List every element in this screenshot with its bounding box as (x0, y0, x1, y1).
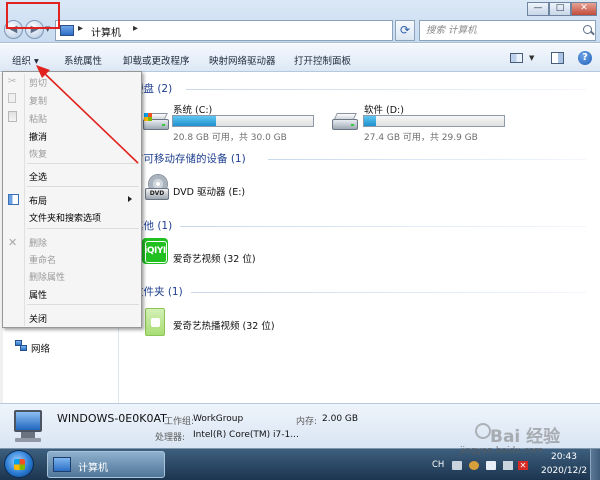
computer-icon (53, 457, 71, 472)
group-divider (268, 159, 586, 160)
address-bar[interactable]: ▸ 计算机 ▸ ▼ (55, 20, 439, 41)
windows-logo-icon (14, 459, 25, 470)
clock-time[interactable]: 20:43 (551, 452, 577, 462)
group-header-removable[interactable]: 有可移动存储的设备 (1) (133, 151, 246, 166)
show-desktop-button[interactable] (590, 449, 600, 480)
computer-name: WINDOWS-0E0K0AT (57, 412, 167, 425)
drive-c-usage-bar (172, 115, 314, 127)
taskbar-item-computer[interactable]: 计算机 (47, 451, 165, 478)
workgroup-label: 工作组: (164, 417, 195, 427)
iqiyi-app-icon[interactable]: iQIYI (142, 238, 168, 264)
group-divider (180, 226, 586, 227)
window-controls: — □ ✕ (527, 2, 597, 16)
memory-label: 内存: (296, 417, 318, 427)
iqiyi-folder-name[interactable]: 爱奇艺热播视频 (32 位) (173, 318, 275, 332)
copy-icon (8, 93, 16, 103)
organize-annotation-box (6, 2, 60, 29)
volume-muted-icon[interactable]: ✕ (518, 461, 528, 470)
drive-c-free-text: 20.8 GB 可用，共 30.0 GB (173, 133, 287, 143)
menu-item-rename[interactable]: 重命名 (29, 253, 56, 266)
workgroup-value: WorkGroup (193, 414, 244, 424)
open-control-panel-button[interactable]: 打开控制面板 (294, 53, 351, 67)
drive-d-usage-fill (364, 116, 376, 126)
action-center-flag-icon[interactable] (486, 461, 496, 470)
tray-app-icon[interactable] (469, 461, 479, 470)
network-tray-icon[interactable] (503, 461, 513, 470)
clock-date[interactable]: 2020/12/2 (541, 466, 587, 476)
menu-item-paste[interactable]: 粘贴 (29, 112, 47, 125)
processor-label: 处理器: (155, 433, 186, 443)
organize-menu: 剪切 复制 粘贴 撤消 恢复 全选 布局 文件夹和搜索选项 删除 重命名 删除属… (2, 71, 142, 328)
breadcrumb-computer[interactable]: 计算机 (91, 24, 121, 39)
search-icon[interactable] (583, 25, 592, 34)
nav-item-network[interactable]: 网络 (31, 341, 50, 355)
search-input[interactable]: 搜索 计算机 (419, 20, 596, 41)
menu-item-delete[interactable]: 删除 (29, 236, 47, 249)
delete-icon (8, 236, 19, 247)
group-divider (191, 292, 586, 293)
cut-icon (8, 76, 19, 87)
processor-value: Intel(R) Core(TM) i7-1... (193, 430, 299, 440)
organize-button[interactable]: 组织 ▾ (12, 53, 39, 67)
view-dropdown-icon[interactable]: ▼ (529, 54, 534, 62)
preview-pane-icon[interactable] (551, 52, 564, 64)
windows-logo-icon (144, 113, 152, 121)
map-network-drive-button[interactable]: 映射网络驱动器 (209, 53, 276, 67)
menu-item-select-all[interactable]: 全选 (29, 170, 47, 183)
details-pane: WINDOWS-0E0K0AT 工作组: WorkGroup 内存: 2.00 … (0, 403, 600, 448)
network-icon[interactable] (15, 340, 28, 352)
chevron-right-icon[interactable]: ▸ (133, 23, 138, 34)
chevron-down-icon: ▾ (34, 56, 39, 67)
iqiyi-folder-icon[interactable] (145, 308, 165, 336)
menu-gutter (24, 74, 25, 326)
drive-c-name[interactable]: 系统 (C:) (173, 102, 212, 116)
drive-d-free-text: 27.4 GB 可用，共 29.9 GB (364, 133, 478, 143)
menu-item-cut[interactable]: 剪切 (29, 76, 47, 89)
memory-value: 2.00 GB (322, 414, 359, 424)
minimize-button[interactable]: — (527, 2, 549, 16)
menu-item-close[interactable]: 关闭 (29, 312, 47, 325)
drive-d-name[interactable]: 软件 (D:) (364, 102, 404, 116)
organize-label: 组织 (12, 56, 32, 67)
refresh-button[interactable]: ⟳ (395, 20, 415, 41)
language-indicator[interactable]: CH (432, 460, 444, 470)
submenu-arrow-icon (128, 196, 132, 202)
menu-item-properties[interactable]: 属性 (29, 288, 47, 301)
maximize-button[interactable]: □ (549, 2, 571, 16)
iqiyi-app-name[interactable]: 爱奇艺视频 (32 位) (173, 251, 256, 265)
menu-item-copy[interactable]: 复制 (29, 94, 47, 107)
close-button[interactable]: ✕ (571, 2, 597, 16)
drive-c-usage-fill (173, 116, 216, 126)
system-properties-button[interactable]: 系统属性 (64, 53, 102, 67)
computer-icon (60, 25, 74, 36)
layout-icon (8, 194, 19, 205)
start-button[interactable] (4, 450, 34, 478)
dvd-drive-name[interactable]: DVD 驱动器 (E:) (173, 184, 245, 198)
menu-item-undo[interactable]: 撤消 (29, 130, 47, 143)
menu-item-folder-options[interactable]: 文件夹和搜索选项 (29, 211, 101, 224)
help-icon[interactable]: ? (578, 51, 592, 65)
chevron-right-icon[interactable]: ▸ (78, 23, 83, 34)
dvd-icon-label: DVD (145, 188, 169, 200)
drive-c-icon[interactable] (143, 113, 169, 131)
menu-separator (27, 186, 139, 187)
command-bar: 组织 ▾ 系统属性 卸载或更改程序 映射网络驱动器 打开控制面板 ▼ ? (0, 44, 600, 72)
taskbar-item-label: 计算机 (78, 463, 108, 474)
paste-icon (8, 111, 17, 122)
computer-icon (12, 410, 44, 444)
drive-d-icon[interactable] (332, 113, 358, 131)
group-divider (186, 89, 586, 90)
drive-d-usage-bar (363, 115, 505, 127)
menu-separator (27, 163, 139, 164)
change-view-icon[interactable] (510, 53, 523, 63)
menu-item-redo[interactable]: 恢复 (29, 147, 47, 160)
keyboard-icon[interactable] (452, 461, 462, 470)
uninstall-program-button[interactable]: 卸载或更改程序 (123, 53, 190, 67)
menu-item-remove-properties[interactable]: 删除属性 (29, 270, 65, 283)
dvd-drive-icon[interactable]: DVD (145, 174, 169, 202)
menu-separator (27, 228, 139, 229)
menu-separator (27, 304, 139, 305)
menu-item-layout[interactable]: 布局 (29, 194, 47, 207)
